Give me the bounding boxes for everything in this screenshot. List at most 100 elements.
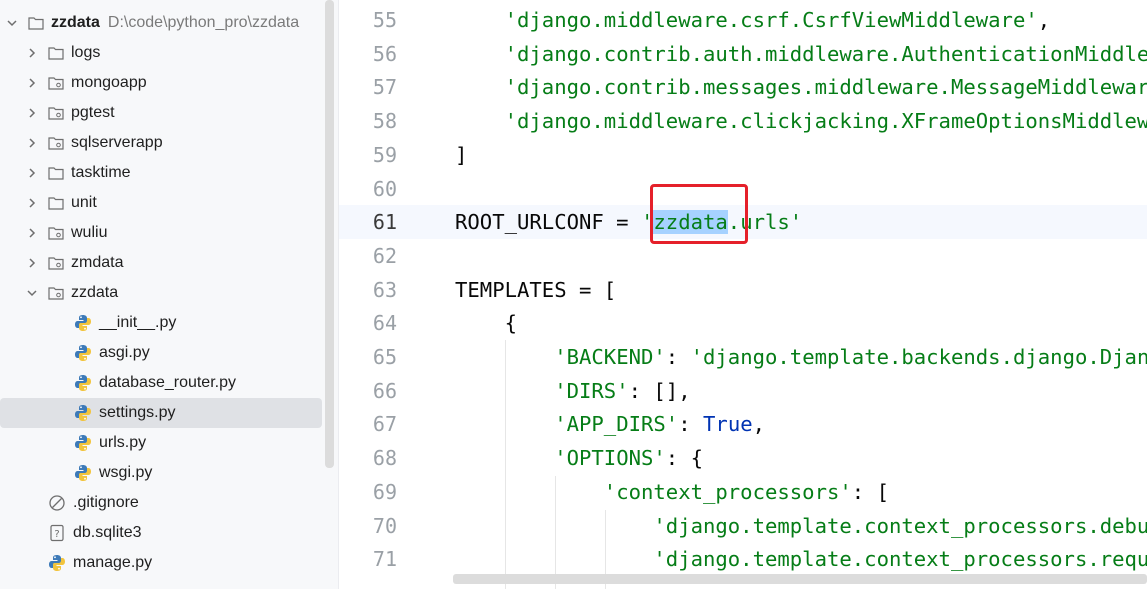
tree-item[interactable]: mongoapp xyxy=(0,68,322,98)
code-token: TEMPLATES = [ xyxy=(455,277,617,302)
chevron-down-icon[interactable] xyxy=(26,287,38,299)
line-number: 70 xyxy=(372,513,397,538)
code-editor[interactable]: 55 56 57 58 59 60 61 62 63 64 65 66 67 68 69 70 71 'djan… xyxy=(339,0,1147,589)
tree-row-root[interactable]: zzdata D:\code\python_pro\zzdata xyxy=(0,8,322,38)
code-line[interactable]: 'django.template.context_processors.debu… xyxy=(455,509,1147,543)
package-folder-icon xyxy=(48,226,64,240)
tree-item-label: wuliu xyxy=(71,224,108,241)
code-line[interactable]: 'django.contrib.messages.middleware.Mess… xyxy=(455,70,1147,104)
tree-item[interactable]: wuliu xyxy=(0,218,322,248)
tree-item[interactable]: ? db.sqlite3 xyxy=(0,518,322,548)
tree-item[interactable]: manage.py xyxy=(0,548,322,578)
code-line[interactable]: 'django.middleware.clickjacking.XFrameOp… xyxy=(455,104,1147,138)
tree-item[interactable]: urls.py xyxy=(0,428,322,458)
tree-item-label: mongoapp xyxy=(71,74,147,91)
string-token: 'context_processors' xyxy=(603,479,852,504)
string-token: 'django.template.context_processors.requ… xyxy=(653,547,1147,572)
tree-item[interactable]: zzdata xyxy=(0,278,322,308)
tree-item-label: urls.py xyxy=(99,434,147,451)
tree-item[interactable]: database_router.py xyxy=(0,368,322,398)
line-number: 60 xyxy=(372,176,397,201)
string-token: 'django.template.backends.django.DjangoT… xyxy=(690,345,1147,369)
line-number: 63 xyxy=(372,277,397,302)
chevron-right-icon[interactable] xyxy=(26,137,38,149)
code-line[interactable]: ROOT_URLCONF = 'zzdata.urls' xyxy=(455,205,802,239)
code-line[interactable]: 'django.contrib.auth.middleware.Authenti… xyxy=(455,37,1147,71)
tree-item[interactable]: settings.py xyxy=(0,398,322,428)
line-number: 68 xyxy=(372,446,397,471)
tree-item[interactable]: zmdata xyxy=(0,248,322,278)
chevron-right-icon[interactable] xyxy=(26,227,38,239)
code-line[interactable]: ] xyxy=(455,138,467,172)
tree-scrollbar[interactable] xyxy=(325,0,334,468)
python-file-icon xyxy=(74,434,92,452)
svg-text:?: ? xyxy=(54,529,59,540)
tree-item[interactable]: asgi.py xyxy=(0,338,322,368)
chevron-right-icon[interactable] xyxy=(26,257,38,269)
python-file-icon xyxy=(74,404,92,422)
indent-guide xyxy=(505,340,506,589)
tree-item-label: zzdata xyxy=(71,284,119,301)
code-line[interactable]: 'django.middleware.csrf.CsrfViewMiddlewa… xyxy=(455,3,1051,37)
tree-item[interactable]: logs xyxy=(0,38,322,68)
line-number: 61 xyxy=(372,210,397,235)
code-token: , xyxy=(1037,8,1051,32)
code-token: ] xyxy=(455,142,468,167)
code-token: ROOT_URLCONF = xyxy=(455,210,641,235)
package-folder-icon xyxy=(48,76,64,90)
line-number: 62 xyxy=(372,243,397,268)
tree-item-label: zmdata xyxy=(71,254,124,271)
project-tree-panel: zzdata D:\code\python_pro\zzdata logs mon… xyxy=(0,0,339,589)
chevron-right-icon[interactable] xyxy=(26,47,38,59)
line-number: 57 xyxy=(372,75,397,100)
tree-item[interactable]: .gitignore xyxy=(0,488,322,518)
tree-item[interactable]: __init__.py xyxy=(0,308,322,338)
package-folder-icon xyxy=(48,256,64,270)
tree-item-label: tasktime xyxy=(71,164,131,181)
chevron-down-icon[interactable] xyxy=(6,17,18,29)
indent-guide xyxy=(555,476,556,589)
string-token: 'django.contrib.messages.middleware.Mess… xyxy=(504,75,1147,100)
tree-item-label: sqlserverapp xyxy=(71,134,163,151)
tree-item-label: asgi.py xyxy=(99,344,150,361)
line-number: 59 xyxy=(372,142,397,167)
line-number: 56 xyxy=(372,41,397,66)
tree-item[interactable]: pgtest xyxy=(0,98,322,128)
line-number: 69 xyxy=(372,479,397,504)
tree-item[interactable]: unit xyxy=(0,188,322,218)
line-number: 58 xyxy=(372,109,397,134)
code-line[interactable]: 'APP_DIRS': True, xyxy=(455,407,765,441)
tree-item[interactable]: wsgi.py xyxy=(0,458,322,488)
code-line[interactable]: 'OPTIONS': { xyxy=(455,441,703,475)
tree-item[interactable]: tasktime xyxy=(0,158,322,188)
tree-item-label: __init__.py xyxy=(99,314,177,331)
chevron-right-icon[interactable] xyxy=(26,107,38,119)
package-folder-icon xyxy=(48,286,64,300)
folder-icon xyxy=(48,46,64,60)
string-token: 'APP_DIRS' xyxy=(554,412,679,437)
code-line[interactable]: 'context_processors': [ xyxy=(455,475,889,509)
code-token: , xyxy=(752,412,766,437)
line-number: 67 xyxy=(372,412,397,437)
horizontal-scrollbar[interactable] xyxy=(453,574,1147,584)
code-line[interactable]: 'DIRS': [], xyxy=(455,374,690,408)
code-line[interactable]: 'django.template.context_processors.requ… xyxy=(455,542,1147,576)
chevron-right-icon[interactable] xyxy=(26,197,38,209)
python-file-icon xyxy=(74,344,92,362)
code-line[interactable]: TEMPLATES = [ xyxy=(455,273,616,307)
tree-item[interactable]: sqlserverapp xyxy=(0,128,322,158)
unknown-file-icon: ? xyxy=(48,524,66,542)
root-folder-path: D:\code\python_pro\zzdata xyxy=(107,14,300,31)
code-line[interactable]: { xyxy=(455,306,517,340)
code-line[interactable]: 'BACKEND': 'django.template.backends.dja… xyxy=(455,340,1147,374)
code-token: : xyxy=(665,345,691,369)
line-number: 71 xyxy=(372,547,397,572)
line-number: 66 xyxy=(372,378,397,403)
chevron-right-icon[interactable] xyxy=(26,167,38,179)
tree-item-label: pgtest xyxy=(71,104,115,121)
chevron-right-icon[interactable] xyxy=(26,77,38,89)
root-folder-label: zzdata xyxy=(51,14,100,31)
